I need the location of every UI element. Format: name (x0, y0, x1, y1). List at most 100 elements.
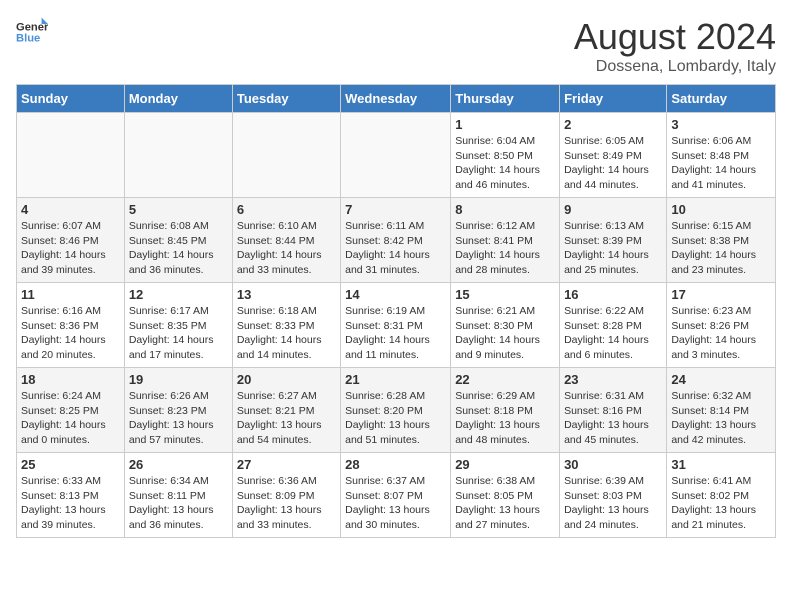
location-title: Dossena, Lombardy, Italy (574, 58, 776, 76)
day-cell: 20Sunrise: 6:27 AM Sunset: 8:21 PM Dayli… (232, 368, 340, 453)
day-number: 23 (564, 372, 662, 387)
day-cell: 22 Sunrise: 6:29 AM Sunset: 8:18 PM Dayli… (451, 368, 560, 453)
day-cell: 10 Sunrise: 6:15 AM Sunset: 8:38 PM Dayli… (667, 198, 776, 283)
day-cell: 25Sunrise: 6:33 AM Sunset: 8:13 PM Dayli… (17, 453, 125, 538)
day-number: 22 (455, 372, 555, 387)
day-number: 11 (21, 287, 120, 302)
header-row: SundayMondayTuesdayWednesdayThursdayFrid… (17, 85, 776, 113)
day-info: Sunrise: 6:10 AM Sunset: 8:44 PM Dayligh… (237, 219, 336, 278)
day-header-saturday: Saturday (667, 85, 776, 113)
day-cell: 5 Sunrise: 6:08 AM Sunset: 8:45 PM Daylig… (124, 198, 232, 283)
day-cell: 19 Sunrise: 6:26 AM Sunset: 8:23 PM Dayli… (124, 368, 232, 453)
day-number: 28 (345, 457, 446, 472)
day-info: Sunrise: 6:34 AM Sunset: 8:11 PM Dayligh… (129, 474, 228, 533)
day-info: Sunrise: 6:23 AM Sunset: 8:26 PM Dayligh… (671, 304, 771, 363)
day-cell: 4 Sunrise: 6:07 AM Sunset: 8:46 PM Daylig… (17, 198, 125, 283)
day-cell (17, 113, 125, 198)
day-header-thursday: Thursday (451, 85, 560, 113)
day-info: Sunrise: 6:04 AM Sunset: 8:50 PM Dayligh… (455, 134, 555, 193)
day-info: Sunrise: 6:15 AM Sunset: 8:38 PM Dayligh… (671, 219, 771, 278)
day-number: 26 (129, 457, 228, 472)
day-cell: 21 Sunrise: 6:28 AM Sunset: 8:20 PM Dayli… (341, 368, 451, 453)
day-number: 19 (129, 372, 228, 387)
day-info: Sunrise: 6:32 AM Sunset: 8:14 PM Dayligh… (671, 389, 771, 448)
day-number: 3 (671, 117, 771, 132)
day-cell (232, 113, 340, 198)
day-info: Sunrise: 6:31 AM Sunset: 8:16 PM Dayligh… (564, 389, 662, 448)
day-info: Sunrise: 6:19 AM Sunset: 8:31 PM Dayligh… (345, 304, 446, 363)
day-number: 21 (345, 372, 446, 387)
day-info: Sunrise: 6:26 AM Sunset: 8:23 PM Dayligh… (129, 389, 228, 448)
day-cell: 18 Sunrise: 6:24 AM Sunset: 8:25 PM Dayli… (17, 368, 125, 453)
day-number: 18 (21, 372, 120, 387)
day-cell: 12 Sunrise: 6:17 AM Sunset: 8:35 PM Dayli… (124, 283, 232, 368)
day-cell: 3 Sunrise: 6:06 AM Sunset: 8:48 PM Daylig… (667, 113, 776, 198)
calendar-table: SundayMondayTuesdayWednesdayThursdayFrid… (16, 84, 776, 538)
day-number: 27 (237, 457, 336, 472)
day-number: 13 (237, 287, 336, 302)
day-cell: 23 Sunrise: 6:31 AM Sunset: 8:16 PM Dayli… (560, 368, 667, 453)
day-info: Sunrise: 6:27 AM Sunset: 8:21 PM Dayligh… (237, 389, 336, 448)
week-row-5: 25Sunrise: 6:33 AM Sunset: 8:13 PM Dayli… (17, 453, 776, 538)
day-number: 12 (129, 287, 228, 302)
day-info: Sunrise: 6:07 AM Sunset: 8:46 PM Dayligh… (21, 219, 120, 278)
day-cell: 28 Sunrise: 6:37 AM Sunset: 8:07 PM Dayli… (341, 453, 451, 538)
day-number: 4 (21, 202, 120, 217)
logo: General Blue (16, 16, 48, 48)
day-header-friday: Friday (560, 85, 667, 113)
day-header-tuesday: Tuesday (232, 85, 340, 113)
week-row-1: 1 Sunrise: 6:04 AM Sunset: 8:50 PM Daylig… (17, 113, 776, 198)
day-number: 5 (129, 202, 228, 217)
page-header: General Blue August 2024 Dossena, Lombar… (16, 16, 776, 76)
day-info: Sunrise: 6:39 AM Sunset: 8:03 PM Dayligh… (564, 474, 662, 533)
day-info: Sunrise: 6:08 AM Sunset: 8:45 PM Dayligh… (129, 219, 228, 278)
day-number: 29 (455, 457, 555, 472)
day-cell: 27 Sunrise: 6:36 AM Sunset: 8:09 PM Dayli… (232, 453, 340, 538)
day-info: Sunrise: 6:37 AM Sunset: 8:07 PM Dayligh… (345, 474, 446, 533)
day-cell: 24 Sunrise: 6:32 AM Sunset: 8:14 PM Dayli… (667, 368, 776, 453)
day-number: 24 (671, 372, 771, 387)
week-row-2: 4 Sunrise: 6:07 AM Sunset: 8:46 PM Daylig… (17, 198, 776, 283)
svg-text:Blue: Blue (16, 33, 40, 45)
day-cell: 11 Sunrise: 6:16 AM Sunset: 8:36 PM Dayli… (17, 283, 125, 368)
day-number: 16 (564, 287, 662, 302)
day-header-wednesday: Wednesday (341, 85, 451, 113)
day-number: 30 (564, 457, 662, 472)
day-info: Sunrise: 6:16 AM Sunset: 8:36 PM Dayligh… (21, 304, 120, 363)
day-number: 17 (671, 287, 771, 302)
day-info: Sunrise: 6:28 AM Sunset: 8:20 PM Dayligh… (345, 389, 446, 448)
day-number: 7 (345, 202, 446, 217)
day-cell: 14 Sunrise: 6:19 AM Sunset: 8:31 PM Dayli… (341, 283, 451, 368)
day-cell: 9Sunrise: 6:13 AM Sunset: 8:39 PM Daylig… (560, 198, 667, 283)
day-info: Sunrise: 6:22 AM Sunset: 8:28 PM Dayligh… (564, 304, 662, 363)
title-block: August 2024 Dossena, Lombardy, Italy (574, 16, 776, 76)
day-info: Sunrise: 6:41 AM Sunset: 8:02 PM Dayligh… (671, 474, 771, 533)
day-number: 15 (455, 287, 555, 302)
day-cell: 2Sunrise: 6:05 AM Sunset: 8:49 PM Daylig… (560, 113, 667, 198)
day-number: 2 (564, 117, 662, 132)
day-number: 14 (345, 287, 446, 302)
day-info: Sunrise: 6:38 AM Sunset: 8:05 PM Dayligh… (455, 474, 555, 533)
day-cell: 17 Sunrise: 6:23 AM Sunset: 8:26 PM Dayli… (667, 283, 776, 368)
month-title: August 2024 (574, 16, 776, 58)
day-info: Sunrise: 6:12 AM Sunset: 8:41 PM Dayligh… (455, 219, 555, 278)
day-cell: 6 Sunrise: 6:10 AM Sunset: 8:44 PM Daylig… (232, 198, 340, 283)
day-header-monday: Monday (124, 85, 232, 113)
day-number: 9 (564, 202, 662, 217)
day-cell: 7Sunrise: 6:11 AM Sunset: 8:42 PM Daylig… (341, 198, 451, 283)
day-info: Sunrise: 6:29 AM Sunset: 8:18 PM Dayligh… (455, 389, 555, 448)
day-info: Sunrise: 6:36 AM Sunset: 8:09 PM Dayligh… (237, 474, 336, 533)
day-info: Sunrise: 6:06 AM Sunset: 8:48 PM Dayligh… (671, 134, 771, 193)
day-number: 10 (671, 202, 771, 217)
day-number: 6 (237, 202, 336, 217)
day-info: Sunrise: 6:24 AM Sunset: 8:25 PM Dayligh… (21, 389, 120, 448)
day-header-sunday: Sunday (17, 85, 125, 113)
day-number: 31 (671, 457, 771, 472)
day-cell (341, 113, 451, 198)
day-cell: 8Sunrise: 6:12 AM Sunset: 8:41 PM Daylig… (451, 198, 560, 283)
day-info: Sunrise: 6:17 AM Sunset: 8:35 PM Dayligh… (129, 304, 228, 363)
day-number: 1 (455, 117, 555, 132)
day-cell: 16 Sunrise: 6:22 AM Sunset: 8:28 PM Dayli… (560, 283, 667, 368)
week-row-4: 18 Sunrise: 6:24 AM Sunset: 8:25 PM Dayli… (17, 368, 776, 453)
day-cell: 30 Sunrise: 6:39 AM Sunset: 8:03 PM Dayli… (560, 453, 667, 538)
